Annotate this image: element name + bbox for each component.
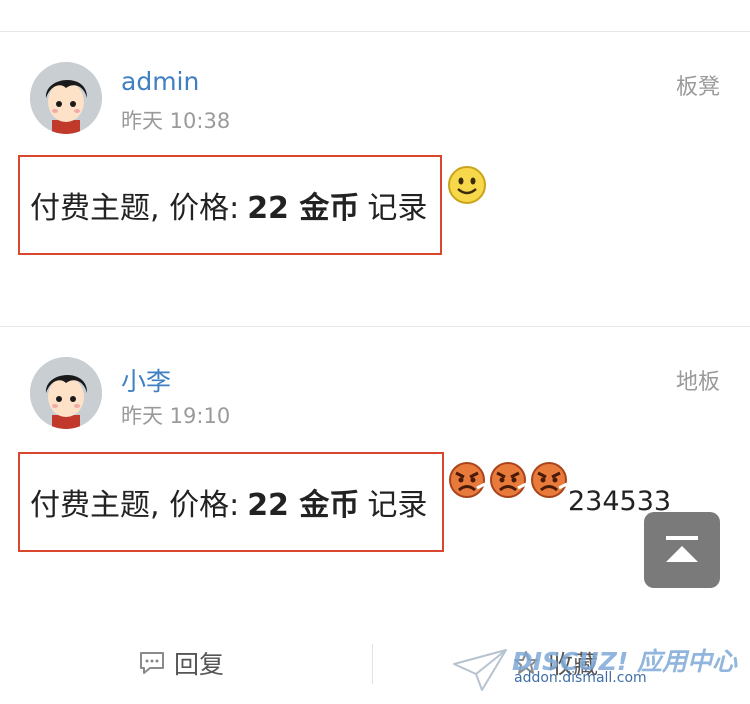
paid-topic-price: 22 金币 [247,488,360,523]
avatar-image [30,62,102,134]
paid-topic-record-link[interactable]: 记录 [367,183,427,227]
paid-topic-box[interactable]: 付费主题, 价格: 22 金币 记录 [18,155,442,255]
paid-topic-record-link[interactable]: 记录 [367,480,427,524]
floor-label: 地板 [675,370,720,395]
reply-label: 回复 [174,650,225,679]
reply-button[interactable]: 回复 [138,622,224,704]
smile-icon [448,166,486,204]
paid-topic-box[interactable]: 付费主题, 价格: 22 金币 记录 [18,452,444,552]
post-time: 昨天 10:38 [121,109,231,133]
floor-label: 板凳 [675,75,720,100]
watermark: DISCUZ! 应用中心 addon.dismall.com [452,640,742,700]
footer-separator [372,644,373,684]
paid-topic-price: 22 金币 [247,191,360,226]
angry-icon [449,462,486,498]
username-link[interactable]: 小李 [121,362,171,398]
paid-topic-prefix: 付费主题, 价格: [30,488,240,523]
arrow-up-icon [666,536,698,562]
angry-icon [531,462,568,498]
username-link[interactable]: admin [121,67,199,96]
post-item: admin 昨天 10:38 板凳 付费主题, 价格: 22 金币 记录 [0,31,750,326]
paper-plane-icon [453,649,507,691]
paid-topic-prefix: 付费主题, 价格: [30,191,240,226]
watermark-url: addon.dismall.com [514,670,647,686]
post-item: 小李 昨天 19:10 地板 付费主题, 价格: 22 金币 记录 234533 [0,326,750,622]
angry-icon [490,462,527,498]
avatar-image [30,357,102,429]
avatar[interactable] [30,62,102,134]
post-time: 昨天 19:10 [121,404,231,428]
comment-icon [140,652,164,674]
scroll-to-top-button[interactable] [644,512,720,588]
avatar[interactable] [30,357,102,429]
